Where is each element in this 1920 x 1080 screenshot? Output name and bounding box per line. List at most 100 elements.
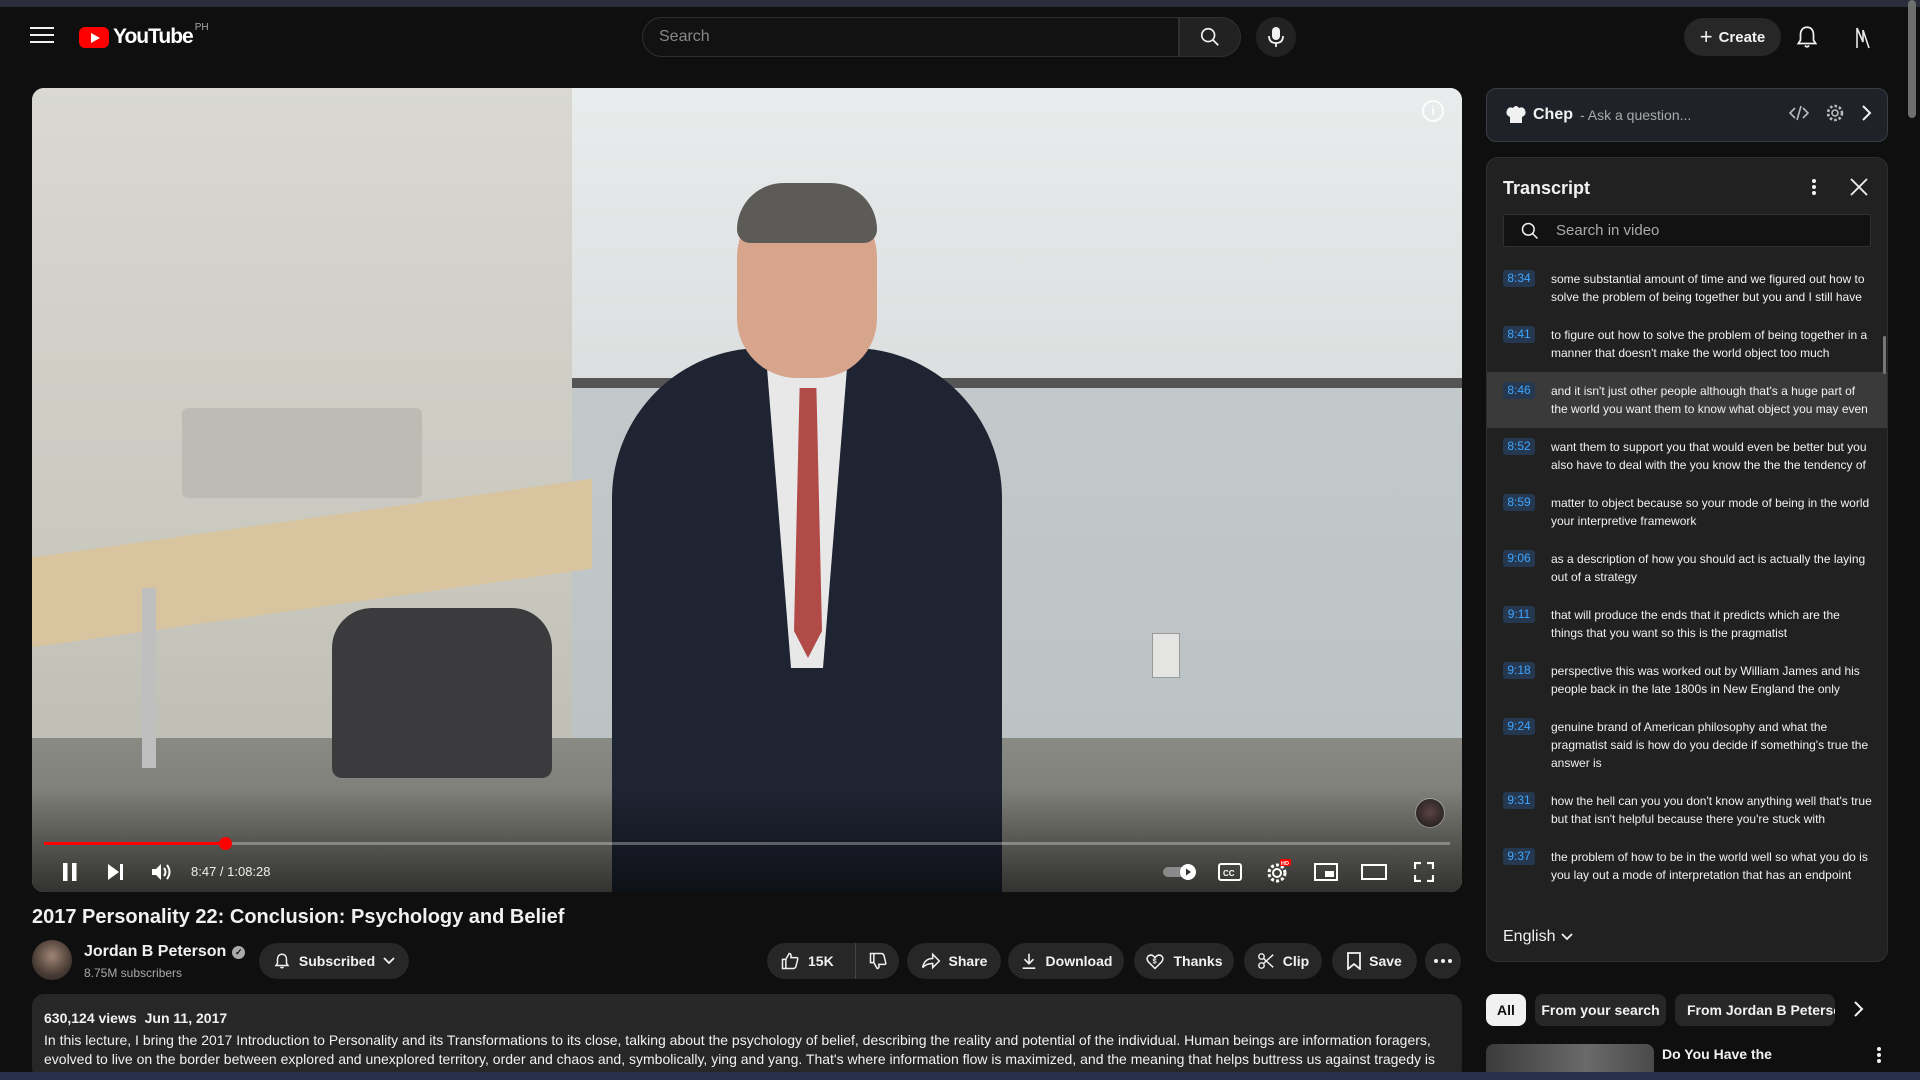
code-icon[interactable] [1789,105,1809,121]
chep-chef-hat-icon [1506,106,1526,123]
transcript-segment[interactable]: 9:37 the problem of how to be in the worl… [1487,838,1887,894]
segment-timestamp[interactable]: 9:37 [1503,848,1535,865]
progress-bar[interactable] [44,837,1450,850]
transcript-search-placeholder: Search in video [1556,222,1660,239]
account-avatar-icon[interactable] [1849,24,1877,52]
description-meta: 630,124 views Jun 11, 2017 [44,1010,1450,1026]
svg-text:CC: CC [1223,869,1235,878]
download-icon [1022,953,1035,970]
window-top-strip [0,0,1920,7]
transcript-segment[interactable]: 9:24 genuine brand of American philosophy… [1487,708,1887,782]
description-box[interactable]: 630,124 views Jun 11, 2017 In this lectu… [32,994,1462,1080]
create-button[interactable]: + Create [1684,18,1781,56]
transcript-segment[interactable]: 8:34 some substantial amount of time and … [1487,260,1887,316]
transcript-segment[interactable]: 8:41 to figure out how to solve the probl… [1487,316,1887,372]
segment-text: how the hell can you you don't know anyt… [1551,794,1872,826]
plus-icon: + [1699,24,1713,49]
chip-from-your-search[interactable]: From your search [1535,994,1666,1026]
segment-timestamp[interactable]: 8:46 [1503,382,1535,399]
notifications-bell-icon[interactable] [1794,24,1820,50]
thumbs-down-icon [869,952,887,970]
transcript-scrollbar[interactable] [1883,336,1886,374]
chevron-right-icon[interactable] [1861,104,1873,122]
progress-scrubber-handle[interactable] [218,837,232,850]
window-bottom-strip [0,1072,1920,1080]
transcript-segment[interactable]: 9:06 as a description of how you should a… [1487,540,1887,596]
segment-text: to figure out how to solve the problem o… [1551,328,1868,360]
segment-timestamp[interactable]: 8:52 [1503,438,1535,455]
subscribed-button[interactable]: Subscribed [259,943,409,979]
search-button[interactable] [1179,17,1241,57]
chevron-right-icon[interactable] [1853,1000,1865,1018]
save-button[interactable]: Save [1332,943,1417,979]
next-video-button[interactable] [98,854,134,890]
close-icon[interactable] [1848,176,1870,198]
subscribed-label: Subscribed [298,953,376,969]
thanks-button[interactable]: $ Thanks [1134,943,1234,979]
chep-ask-prompt[interactable]: - Ask a question... [1580,107,1691,123]
settings-button[interactable]: HD [1258,854,1298,890]
segment-timestamp[interactable]: 8:34 [1503,270,1535,287]
recommendation-title[interactable]: Do You Have the [1662,1046,1772,1062]
segment-timestamp[interactable]: 9:11 [1503,606,1535,623]
voice-search-button[interactable] [1256,17,1296,57]
segment-text: genuine brand of American philosophy and… [1551,720,1869,770]
share-button[interactable]: Share [907,943,1001,979]
youtube-logo[interactable]: YouTube PH [79,22,209,49]
segment-timestamp[interactable]: 9:31 [1503,792,1535,809]
miniplayer-button[interactable] [1306,854,1346,890]
pause-button[interactable] [52,854,88,890]
mute-button[interactable] [144,854,180,890]
save-label: Save [1369,953,1402,969]
channel-avatar[interactable] [32,940,72,980]
dislike-button[interactable] [856,943,899,979]
more-vertical-icon[interactable] [1876,1046,1882,1064]
download-button[interactable]: Download [1008,943,1124,979]
segment-timestamp[interactable]: 8:59 [1503,494,1535,511]
transcript-segment[interactable]: 9:18 perspective this was worked out by W… [1487,652,1887,708]
like-button[interactable]: 15K [767,943,856,979]
fullscreen-button[interactable] [1404,854,1444,890]
microphone-icon [1268,27,1284,47]
transcript-more-icon[interactable] [1811,178,1817,196]
search-icon [1521,222,1539,239]
segment-text: and it isn't just other people although … [1551,384,1868,416]
video-player[interactable]: i 8:47 / 1:08:28 CC HD [32,88,1462,892]
segment-timestamp[interactable]: 9:24 [1503,718,1535,735]
transcript-segment[interactable]: 9:31 how the hell can you you don't know … [1487,782,1887,838]
autoplay-toggle[interactable] [1160,854,1200,890]
time-display: 8:47 / 1:08:28 [191,864,271,879]
menu-icon[interactable] [30,27,54,45]
transcript-language-dropdown[interactable]: English [1503,928,1574,946]
segment-timestamp[interactable]: 8:41 [1503,326,1535,343]
transcript-segment[interactable]: 8:59 matter to object because so your mod… [1487,484,1887,540]
segment-timestamp[interactable]: 9:18 [1503,662,1535,679]
segment-text: want them to support you that would even… [1551,440,1867,472]
segment-text: that will produce the ends that it predi… [1551,608,1840,640]
miniplayer-icon [1314,863,1338,881]
transcript-segment[interactable]: 8:46 and it isn't just other people altho… [1487,372,1887,428]
chip-from-channel[interactable]: From Jordan B Peterson [1675,994,1835,1026]
video-frame-speaker-hair [737,183,877,243]
transcript-search-input[interactable]: Search in video [1503,214,1871,247]
chep-assistant-bar[interactable]: Chep - Ask a question... [1486,88,1888,142]
subtitles-button[interactable]: CC [1210,854,1250,890]
create-label: Create [1718,28,1766,46]
chep-settings-icon[interactable] [1825,103,1845,123]
search-icon [1200,27,1219,46]
segment-text: some substantial amount of time and we f… [1551,272,1865,304]
recommendation-thumbnail[interactable] [1486,1044,1654,1072]
search-input[interactable]: Search [642,17,1179,57]
clip-button[interactable]: Clip [1244,943,1322,979]
info-icon[interactable]: i [1422,100,1444,122]
transcript-segment[interactable]: 9:11 that will produce the ends that it p… [1487,596,1887,652]
segment-timestamp[interactable]: 9:06 [1503,550,1535,567]
chip-all[interactable]: All [1486,994,1526,1026]
theater-mode-icon [1361,864,1387,880]
transcript-segment[interactable]: 8:52 want them to support you that would … [1487,428,1887,484]
theater-mode-button[interactable] [1354,854,1394,890]
page-scrollbar[interactable] [1908,0,1916,118]
autoplay-toggle-icon [1163,864,1196,880]
channel-name-link[interactable]: Jordan B Peterson ✓ [84,943,246,961]
more-actions-button[interactable] [1425,943,1461,979]
